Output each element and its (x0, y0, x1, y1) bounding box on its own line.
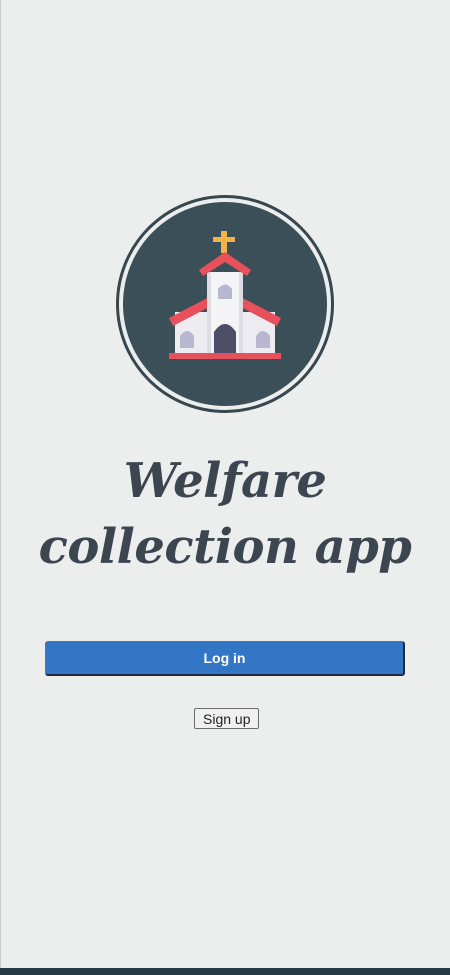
bottom-bar (0, 968, 450, 975)
app-title: Welfare collection app (38, 453, 412, 575)
login-button[interactable]: Log in (45, 641, 405, 676)
logo-circle (123, 202, 327, 406)
signup-button[interactable]: Sign up (194, 708, 260, 729)
church-icon (169, 231, 281, 359)
app-logo (116, 195, 334, 413)
